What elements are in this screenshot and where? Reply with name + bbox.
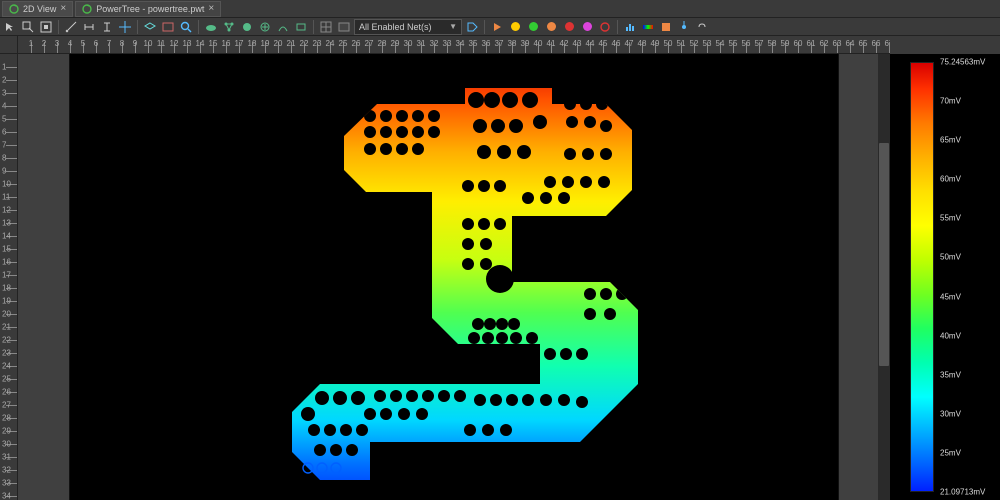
dimension-v-icon[interactable] [99,19,115,35]
select-tool-icon[interactable] [2,19,18,35]
tab-powertree[interactable]: PowerTree - powertree.pwt × [75,1,221,17]
net-color-icon[interactable] [239,19,255,35]
close-icon[interactable]: × [208,3,214,14]
tab-label: 2D View [23,4,56,14]
display-mode-icon[interactable] [336,19,352,35]
legend-labels: 75.24563mV70mV65mV60mV55mV50mV45mV40mV35… [940,62,996,492]
chart-icon[interactable] [622,19,638,35]
dot-yellow-icon[interactable] [507,19,523,35]
vertical-scrollbar[interactable] [878,54,890,500]
run-icon[interactable] [489,19,505,35]
canvas-area [18,54,890,500]
refresh-icon [9,4,19,14]
net-alt-icon[interactable] [275,19,291,35]
tab-bar: 2D View × PowerTree - powertree.pwt × [0,0,1000,18]
nets-dropdown-label: All Enabled Net(s) [359,22,432,32]
main-toolbar: All Enabled Net(s) ▼ [0,18,1000,36]
dot-orange-icon[interactable] [543,19,559,35]
design-canvas[interactable] [69,54,839,500]
zoom-window-icon[interactable] [20,19,36,35]
probe-icon[interactable] [676,19,692,35]
search-icon[interactable] [178,19,194,35]
cloud-icon[interactable] [203,19,219,35]
spectrum-icon[interactable] [640,19,656,35]
tab-label: PowerTree - powertree.pwt [96,4,204,14]
layer-tool-icon[interactable] [142,19,158,35]
voltage-heatmap [70,54,840,500]
grid-icon[interactable] [318,19,334,35]
heat-icon[interactable] [658,19,674,35]
nets-dropdown[interactable]: All Enabled Net(s) ▼ [354,19,462,35]
dot-green-icon[interactable] [525,19,541,35]
close-icon[interactable]: × [60,3,66,14]
dot-red-icon[interactable] [561,19,577,35]
refresh-icon [82,4,92,14]
chevron-down-icon: ▼ [449,22,457,31]
zoom-fit-icon[interactable] [38,19,54,35]
measure-tool-icon[interactable] [63,19,79,35]
legend-gradient [910,62,934,492]
tab-2d-view[interactable]: 2D View × [2,1,73,17]
ruler-horizontal: 1234567891011121314151617181920212223242… [18,36,890,54]
color-legend: 75.24563mV70mV65mV60mV55mV50mV45mV40mV35… [890,54,1000,500]
loop-icon[interactable] [597,19,613,35]
toggle-a-icon[interactable] [160,19,176,35]
ruler-corner [0,36,18,54]
dot-magenta-icon[interactable] [579,19,595,35]
cross-probe-icon[interactable] [117,19,133,35]
tag-icon[interactable] [464,19,480,35]
net-add-icon[interactable] [257,19,273,35]
link-icon[interactable] [694,19,710,35]
dimension-h-icon[interactable] [81,19,97,35]
ruler-vertical: 1234567891011121314151617181920212223242… [0,54,18,500]
net-edit-icon[interactable] [293,19,309,35]
net-icon[interactable] [221,19,237,35]
